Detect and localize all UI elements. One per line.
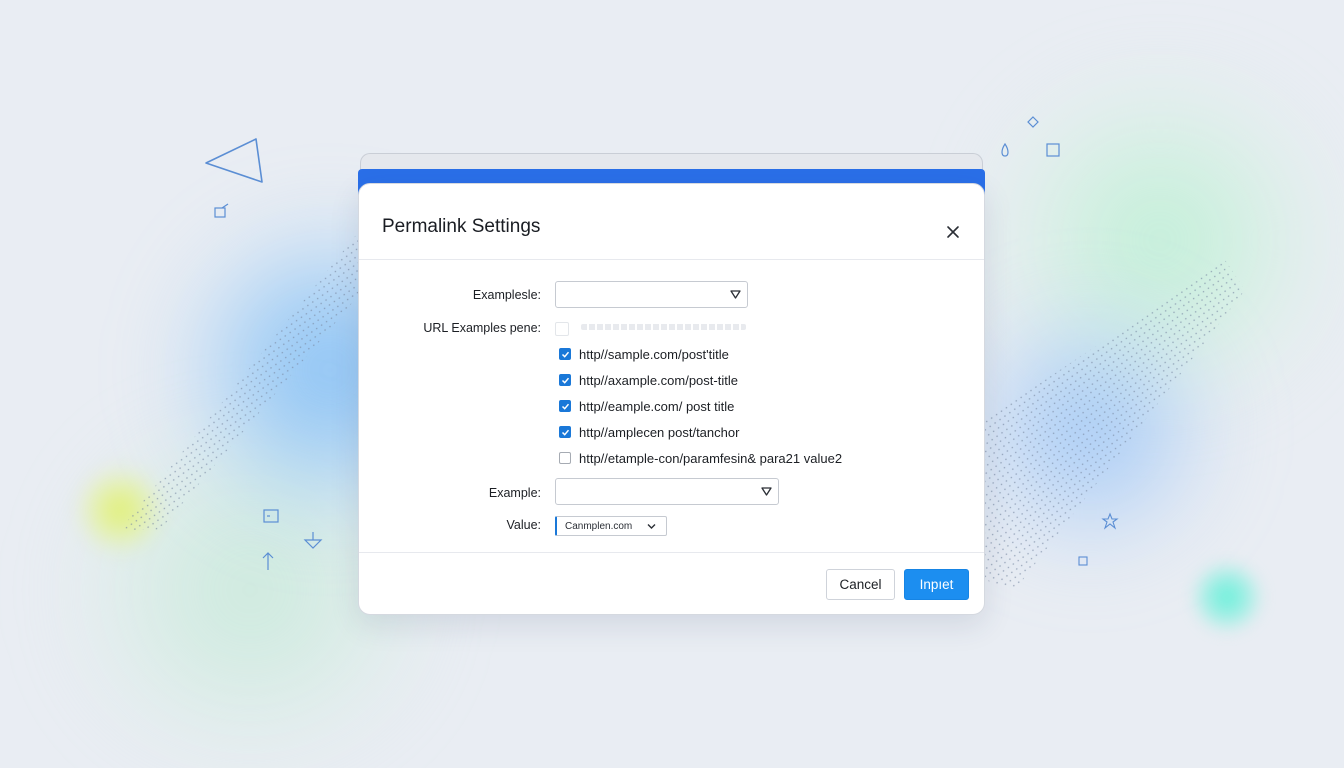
checkbox-checked[interactable] — [559, 400, 571, 412]
faded-checkbox[interactable] — [555, 322, 569, 336]
option-label: http//sample.com/post'title — [579, 346, 729, 362]
example-label: Example: — [488, 486, 541, 500]
option-row[interactable]: http//sample.com/post'title — [559, 345, 729, 363]
option-row[interactable]: http//eample.com/ post title — [559, 397, 734, 415]
star-icon — [1101, 512, 1119, 530]
chevron-down-icon — [730, 290, 741, 299]
input-button[interactable]: Inpıet — [904, 569, 969, 600]
diamond-icon — [1027, 116, 1039, 128]
download-icon — [303, 532, 323, 549]
arrow-up-icon — [262, 552, 274, 570]
close-icon — [947, 226, 959, 238]
dot-pattern — [985, 260, 1245, 590]
triangle-shape-icon — [205, 138, 263, 183]
value-select-value: Canmplen.com — [565, 521, 633, 532]
option-row[interactable]: http//etample-con/paramfesin& para21 val… — [559, 449, 842, 467]
dialog-header: Permalink Settings — [359, 184, 984, 260]
checkmark-icon — [561, 403, 569, 410]
examples-label: Examplesle: — [472, 288, 541, 302]
value-select[interactable]: Canmplen.com — [555, 516, 667, 536]
crop-icon — [214, 203, 229, 218]
permalink-settings-dialog: Permalink Settings Examplesle: URL Examp… — [358, 183, 985, 615]
checkmark-icon — [561, 429, 569, 436]
url-examples-label: URL Examples pene: — [423, 321, 541, 335]
close-button[interactable] — [943, 222, 963, 242]
footer-divider — [359, 552, 984, 553]
dot-pattern — [120, 230, 380, 530]
checkmark-icon — [561, 377, 569, 384]
checkbox-unchecked[interactable] — [559, 452, 571, 464]
faded-option-text — [581, 324, 746, 330]
option-row[interactable]: http//amplecen post/tanchor — [559, 423, 739, 441]
chevron-down-icon — [761, 487, 772, 496]
checkmark-icon — [561, 351, 569, 358]
option-label: http//axample.com/post-title — [579, 372, 738, 388]
checkbox-checked[interactable] — [559, 374, 571, 386]
checkbox-checked[interactable] — [559, 348, 571, 360]
window-icon — [263, 509, 279, 523]
example-select[interactable] — [555, 478, 779, 505]
value-label: Value: — [506, 518, 541, 532]
cancel-button[interactable]: Cancel — [826, 569, 895, 600]
option-row[interactable]: http//axample.com/post-title — [559, 371, 738, 389]
dialog-title: Permalink Settings — [382, 216, 541, 237]
chevron-down-icon — [647, 524, 656, 529]
small-square-icon — [1078, 556, 1088, 566]
square-icon — [1046, 143, 1060, 157]
drop-icon — [1001, 142, 1009, 157]
option-label: http//etample-con/paramfesin& para21 val… — [579, 450, 843, 466]
option-label: http//amplecen post/tanchor — [579, 424, 740, 440]
option-label: http//eample.com/ post title — [579, 398, 735, 414]
examples-select[interactable] — [555, 281, 748, 308]
checkbox-checked[interactable] — [559, 426, 571, 438]
